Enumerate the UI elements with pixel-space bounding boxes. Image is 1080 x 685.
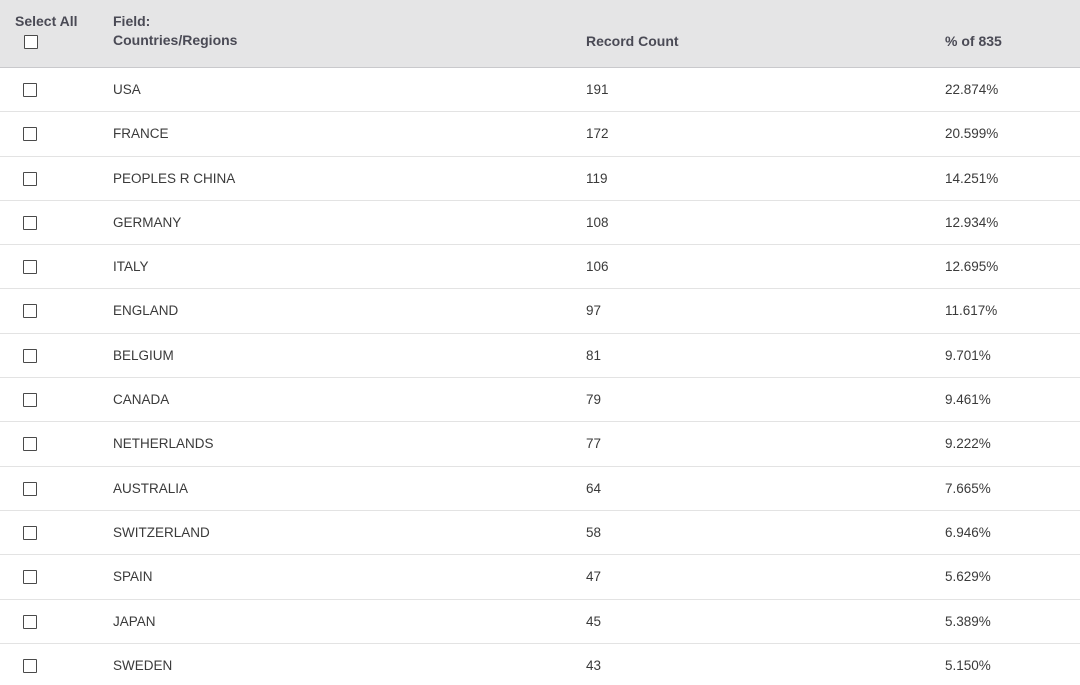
table-row: ITALY 106 12.695% [0, 245, 1080, 290]
country-cell: ITALY [113, 259, 149, 275]
record-count-cell: 97 [586, 303, 602, 319]
country-cell: PEOPLES R CHINA [113, 170, 236, 186]
table-row: USA 191 22.874% [0, 68, 1080, 113]
record-count-cell: 47 [586, 569, 602, 585]
percent-cell: 11.617% [945, 303, 998, 319]
country-cell: FRANCE [113, 126, 169, 142]
field-header: Field: Countries/Regions [113, 12, 237, 50]
table-row: CANADA 79 9.461% [0, 378, 1080, 423]
row-checkbox[interactable] [23, 658, 37, 673]
table-row: JAPAN 45 5.389% [0, 600, 1080, 644]
record-count-cell: 43 [586, 657, 602, 673]
percent-cell: 20.599% [945, 126, 999, 142]
results-table: Select All Field: Countries/Regions Reco… [0, 0, 1080, 685]
table-row: SPAIN 47 5.629% [0, 555, 1080, 600]
field-label: Field: [113, 13, 151, 29]
country-cell: ENGLAND [113, 303, 179, 319]
percent-cell: 5.389% [945, 613, 991, 629]
table-row: NETHERLANDS 77 9.222% [0, 422, 1080, 467]
record-count-cell: 191 [586, 82, 609, 97]
percent-cell: 5.629% [945, 569, 991, 585]
row-checkbox[interactable] [23, 127, 37, 142]
row-checkbox[interactable] [23, 437, 37, 452]
country-cell: USA [113, 82, 141, 97]
country-cell: JAPAN [113, 613, 156, 629]
row-checkbox[interactable] [23, 215, 37, 230]
select-all-label: Select All [15, 13, 78, 29]
percent-cell: 12.695% [945, 259, 999, 275]
percent-cell: 14.251% [945, 170, 999, 186]
percent-cell: 6.946% [945, 524, 991, 540]
record-count-cell: 77 [586, 436, 602, 452]
row-checkbox[interactable] [23, 481, 37, 496]
row-checkbox[interactable] [23, 525, 37, 540]
row-checkbox[interactable] [23, 171, 37, 186]
table-row: GERMANY 108 12.934% [0, 201, 1080, 246]
table-row: PEOPLES R CHINA 119 14.251% [0, 157, 1080, 201]
country-cell: AUSTRALIA [113, 480, 189, 496]
table-row: FRANCE 172 20.599% [0, 112, 1080, 157]
percent-cell: 5.150% [945, 657, 991, 673]
row-checkbox[interactable] [23, 614, 37, 629]
record-count-header: Record Count [586, 33, 679, 49]
table-row: SWITZERLAND 58 6.946% [0, 511, 1080, 556]
table-row: SWEDEN 43 5.150% [0, 644, 1080, 685]
percent-cell: 9.222% [945, 436, 991, 452]
select-all-checkbox[interactable] [24, 35, 38, 49]
record-count-cell: 64 [586, 480, 602, 496]
country-cell: SPAIN [113, 569, 153, 585]
percent-cell: 22.874% [945, 82, 999, 97]
row-checkbox[interactable] [23, 570, 37, 585]
country-cell: CANADA [113, 392, 170, 408]
record-count-cell: 119 [586, 170, 608, 186]
table-row: ENGLAND 97 11.617% [0, 289, 1080, 334]
row-checkbox[interactable] [23, 348, 37, 363]
row-checkbox[interactable] [23, 83, 37, 97]
record-count-cell: 108 [586, 214, 609, 230]
record-count-cell: 45 [586, 613, 602, 629]
country-cell: BELGIUM [113, 347, 174, 363]
record-count-cell: 81 [586, 347, 602, 363]
record-count-cell: 106 [586, 259, 609, 275]
record-count-cell: 58 [586, 524, 602, 540]
percent-cell: 12.934% [945, 214, 999, 230]
row-checkbox[interactable] [23, 393, 37, 408]
field-name: Countries/Regions [113, 32, 238, 48]
percent-header: % of 835 [945, 33, 1002, 49]
row-checkbox[interactable] [23, 260, 37, 275]
country-cell: NETHERLANDS [113, 436, 214, 452]
percent-cell: 7.665% [945, 480, 991, 496]
table-row: AUSTRALIA 64 7.665% [0, 467, 1080, 511]
country-cell: SWEDEN [113, 657, 173, 673]
record-count-cell: 79 [586, 392, 602, 408]
record-count-cell: 172 [586, 126, 609, 142]
row-checkbox[interactable] [23, 304, 37, 319]
percent-cell: 9.461% [945, 392, 991, 408]
table-header: Select All Field: Countries/Regions Reco… [0, 0, 1080, 68]
table-row: BELGIUM 81 9.701% [0, 334, 1080, 379]
percent-cell: 9.701% [945, 347, 991, 363]
country-cell: GERMANY [113, 214, 182, 230]
country-cell: SWITZERLAND [113, 524, 210, 540]
